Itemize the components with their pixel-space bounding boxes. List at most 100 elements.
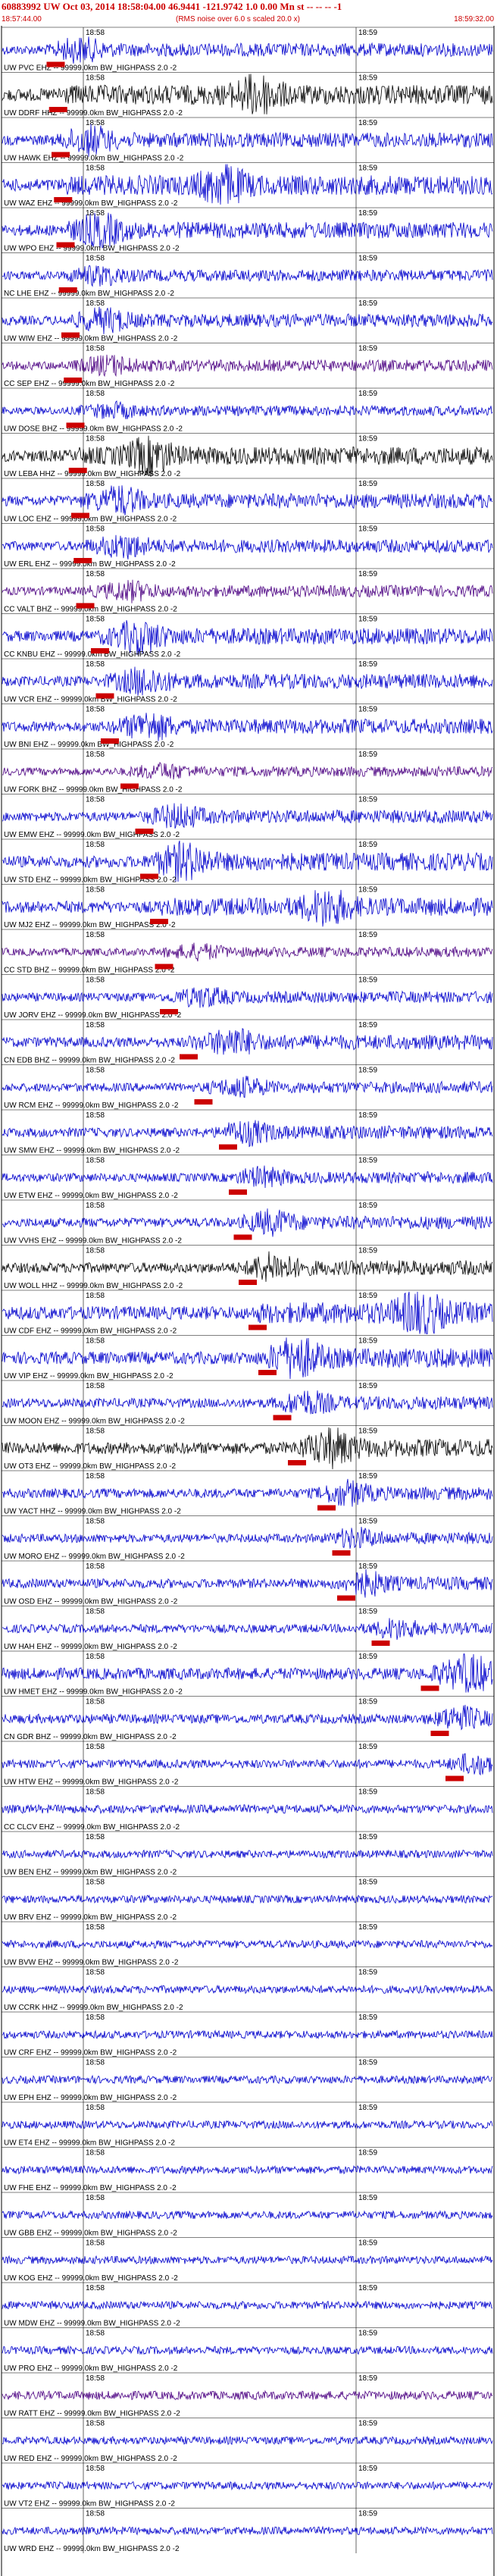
trace-34: 18:58 18:59 UW OSD EHZ -- 99999.0km BW_HIG… [2, 1560, 494, 1606]
station-label: UW WRD EHZ -- 99999.0km BW_HIGHPASS 2.0 … [4, 2545, 180, 2553]
trace-47: 18:58 18:59 UW FHE EHZ -- 99999.0km BW_HIG… [2, 2147, 494, 2192]
time-tick-label: 18:59 [358, 1157, 377, 1165]
station-label: UW VIP EHZ -- 99999.0km BW_HIGHPASS 2.0 … [4, 1372, 173, 1380]
time-tick-label: 18:58 [86, 796, 105, 804]
time-tick-label: 18:59 [358, 1067, 377, 1075]
station-label: UW MORO EHZ -- 99999.0km BW_HIGHPASS 2.0… [4, 1553, 185, 1561]
time-tick-label: 18:59 [358, 1382, 377, 1390]
station-label: UW WIW EHZ -- 99999.0km BW_HIGHPASS 2.0 … [4, 335, 178, 343]
waveform [2, 1804, 493, 1815]
trace-25: 18:58 18:59 UW ETW EHZ -- 99999.0km BW_HIG… [2, 1155, 494, 1200]
time-tick-label: 18:58 [86, 1969, 105, 1977]
trace-14: 18:58 18:59 UW VCR EHZ -- 99999.0km BW_HIG… [2, 658, 494, 704]
pick-marker [317, 1505, 336, 1511]
pick-marker [66, 422, 85, 428]
station-label: UW CCRK HHZ -- 99999.0km BW_HIGHPASS 2.0… [4, 2004, 183, 2012]
station-label: UW EPH EHZ -- 99999.0km BW_HIGHPASS 2.0 … [4, 2094, 177, 2102]
time-tick-label: 18:58 [86, 1337, 105, 1346]
time-tick-label: 18:59 [358, 1743, 377, 1751]
time-tick-label: 18:58 [86, 480, 105, 488]
waveform [2, 1478, 493, 1507]
trace-26: 18:58 18:59 UW VVHS EHZ -- 99999.0km BW_HI… [2, 1199, 494, 1246]
time-tick-label: 18:59 [358, 706, 377, 714]
time-tick-label: 18:59 [358, 255, 377, 263]
waveform [2, 1251, 493, 1282]
trace-13: 18:58 18:59CC KNBU EHZ -- 99999.0km BW_HI… [2, 613, 494, 659]
trace-15: 18:58 18:59 UW BNI EHZ -- 99999.0km BW_HIG… [2, 704, 494, 749]
time-tick-label: 18:59 [358, 841, 377, 849]
trace-48: 18:58 18:59 UW GBB EHZ -- 99999.0km BW_HIG… [2, 2192, 494, 2238]
station-label: CC CLCV EHZ -- 99999.0km BW_HIGHPASS 2.0… [4, 1823, 180, 1832]
time-tick-label: 18:58 [86, 2239, 105, 2248]
pick-marker [337, 1595, 355, 1601]
time-tick-label: 18:59 [358, 1472, 377, 1481]
waveform [2, 2345, 493, 2355]
pick-marker [64, 378, 83, 383]
pick-marker [332, 1550, 351, 1556]
station-label: UW WOLL HHZ -- 99999.0km BW_HIGHPASS 2.0… [4, 1282, 183, 1290]
trace-51: 18:58 18:59 UW PRO EHZ -- 99999.0km BW_HIG… [2, 2327, 494, 2373]
time-tick-label: 18:59 [358, 2510, 377, 2518]
time-tick-label: 18:58 [86, 435, 105, 443]
trace-12: 18:58 18:59CC VALT BHZ -- 99999.0km BW_HI… [2, 568, 494, 614]
pick-marker [180, 1054, 198, 1060]
waveform [2, 2074, 493, 2085]
pick-marker [273, 1415, 292, 1421]
waveform [2, 1653, 493, 1693]
trace-8: 18:58 18:59 UW DOSE BHZ -- 99999.0km BW_HI… [2, 387, 494, 434]
station-label: UW MOON EHZ -- 99999.0km BW_HIGHPASS 2.0… [4, 1418, 185, 1426]
time-tick-label: 18:58 [86, 751, 105, 759]
station-label: UW CDF EHZ -- 99999.0km BW_HIGHPASS 2.0 … [4, 1327, 177, 1336]
time-tick-label: 18:58 [86, 660, 105, 669]
waveform [2, 2390, 493, 2401]
time-tick-label: 18:59 [358, 660, 377, 669]
time-tick-label: 18:58 [86, 1608, 105, 1616]
time-tick-label: 18:58 [86, 525, 105, 534]
pick-marker [54, 197, 73, 202]
station-label: UW FORK BHZ -- 99999.0km BW_HIGHPASS 2.0… [4, 786, 183, 794]
trace-24: 18:58 18:59 UW SMW EHZ -- 99999.0km BW_HIG… [2, 1109, 494, 1155]
station-label: UW HAH EHZ -- 99999.0km BW_HIGHPASS 2.0 … [4, 1643, 177, 1651]
time-tick-label: 18:58 [86, 2330, 105, 2338]
station-label: UW MDW EHZ -- 99999.0km BW_HIGHPASS 2.0 … [4, 2320, 180, 2328]
pick-marker [233, 1234, 252, 1240]
station-label: UW EMW EHZ -- 99999.0km BW_HIGHPASS 2.0 … [4, 831, 180, 839]
station-label: UW DOSE BHZ -- 99999.0km BW_HIGHPASS 2.0… [4, 425, 183, 434]
pick-marker [229, 1189, 247, 1195]
trace-28: 18:58 18:59 UW CDF EHZ -- 99999.0km BW_HIG… [2, 1290, 494, 1336]
time-tick-label: 18:58 [86, 706, 105, 714]
time-tick-label: 18:59 [358, 2420, 377, 2428]
time-tick-label: 18:58 [86, 1788, 105, 1797]
station-label: UW LOC EHZ -- 99999.0km BW_HIGHPASS 2.0 … [4, 516, 177, 524]
trace-50: 18:58 18:59 UW MDW EHZ -- 99999.0km BW_HIG… [2, 2282, 494, 2328]
time-tick-label: 18:59 [358, 2059, 377, 2067]
waveform [2, 2029, 493, 2040]
station-label: UW ETW EHZ -- 99999.0km BW_HIGHPASS 2.0 … [4, 1192, 178, 1200]
pick-marker [420, 1685, 439, 1691]
trace-5: 18:58 18:59 NC LHE EHZ -- 99999.0km BW_HIG… [2, 252, 494, 298]
time-tick-label: 18:59 [358, 1923, 377, 1932]
time-tick-label: 18:58 [86, 841, 105, 849]
station-label: NC LHE EHZ -- 99999.0km BW_HIGHPASS 2.0 … [4, 290, 174, 298]
station-label: UW RATT EHZ -- 99999.0km BW_HIGHPASS 2.0… [4, 2410, 180, 2418]
time-tick-label: 18:58 [86, 74, 105, 83]
trace-1: 18:58 18:59 UW DDRF HHZ -- 99999.0km BW_HI… [2, 72, 494, 118]
time-tick-label: 18:59 [358, 616, 377, 624]
trace-37: 18:58 18:59 CN GDR BHZ -- 99999.0km BW_HIG… [2, 1696, 494, 1741]
station-label: UW RCM EHZ -- 99999.0km BW_HIGHPASS 2.0 … [4, 1102, 179, 1110]
pick-marker [61, 332, 80, 338]
station-label: UW HAWK EHZ -- 99999.0km BW_HIGHPASS 2.0… [4, 155, 184, 163]
time-tick-label: 18:58 [86, 1833, 105, 1841]
waveform [2, 1120, 493, 1148]
time-tick-label: 18:58 [86, 2104, 105, 2112]
time-tick-label: 18:58 [86, 616, 105, 624]
trace-3: 18:58 18:59 UW WAZ EHZ -- 99999.0km BW_HIG… [2, 162, 494, 208]
time-tick-label: 18:58 [86, 1157, 105, 1165]
station-label: UW VCR EHZ -- 99999.0km BW_HIGHPASS 2.0 … [4, 696, 177, 704]
pick-marker [48, 107, 67, 112]
waveform [2, 306, 493, 334]
time-tick-label: 18:58 [86, 390, 105, 398]
trace-11: 18:58 18:59UW ERL EHZ -- 99999.0km BW_HIG… [2, 523, 494, 569]
time-tick-label: 18:58 [86, 2420, 105, 2428]
waveform [2, 164, 493, 205]
